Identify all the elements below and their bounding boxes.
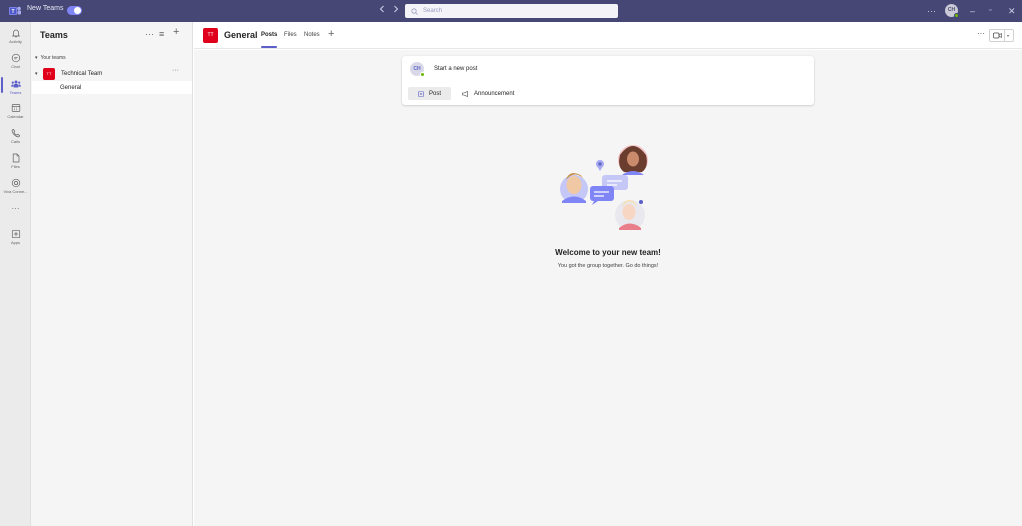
- post-label: Post: [428, 90, 441, 97]
- your-teams-header[interactable]: ▾ Your teams: [35, 55, 66, 61]
- tab-notes[interactable]: Notes: [304, 32, 320, 38]
- header-more-button[interactable]: ···: [977, 29, 985, 38]
- team-badge: TT: [203, 28, 218, 43]
- team-item-technical-team[interactable]: ▾ TT Technical Team ···: [35, 67, 185, 80]
- chevron-right-icon: [394, 5, 399, 13]
- chat-icon: [11, 53, 20, 63]
- search-placeholder: Search: [423, 8, 443, 14]
- more-icon: ···: [11, 204, 20, 213]
- viva-connections-icon: [11, 178, 20, 188]
- announcement-button[interactable]: Announcement: [462, 87, 514, 100]
- channel-header: TT General Posts Files Notes + ··· ▾: [194, 22, 1022, 49]
- rail-label: Chat: [11, 64, 20, 69]
- teams-icon: [10, 80, 21, 88]
- welcome-subtitle: You got the group together. Go do things…: [557, 263, 659, 269]
- team-badge: TT: [43, 67, 55, 80]
- forward-button[interactable]: [389, 3, 403, 19]
- rail-label: Apps: [10, 240, 21, 245]
- search-input[interactable]: Search: [405, 4, 618, 18]
- rail-item-teams[interactable]: Teams: [0, 77, 31, 99]
- tab-files[interactable]: Files: [284, 32, 297, 38]
- new-post-composer: CH Start a new post Post Announcement: [402, 56, 814, 105]
- rail-label: Activity: [9, 39, 22, 44]
- teams-panel: Teams ··· ≡ + ▾ Your teams ▾ TT Technica…: [31, 22, 193, 526]
- avatar-initials: CH: [947, 7, 956, 13]
- calendar-icon: [11, 104, 20, 112]
- composer-avatar: CH: [410, 62, 425, 77]
- back-button[interactable]: [375, 3, 389, 19]
- rail-label: Viva Conne...: [3, 189, 28, 194]
- presence-available-icon: [954, 13, 959, 18]
- megaphone-icon: [462, 90, 468, 97]
- compose-icon: [418, 90, 424, 97]
- teams-logo-icon: T: [9, 6, 21, 15]
- svg-text:T: T: [11, 9, 14, 15]
- new-teams-toggle[interactable]: [67, 6, 82, 15]
- start-new-post-input[interactable]: Start a new post: [434, 66, 477, 72]
- title-bar: T New Teams Search ··· CH – ▫ ✕: [0, 0, 1022, 22]
- panel-title: Teams: [40, 30, 68, 40]
- presence-available-icon: [420, 72, 425, 77]
- create-team-button[interactable]: +: [173, 26, 179, 38]
- chevron-down-icon: ▾: [1007, 33, 1010, 38]
- caret-down-icon: ▾: [35, 55, 38, 61]
- minimize-button[interactable]: –: [970, 3, 975, 19]
- your-teams-label: Your teams: [40, 55, 66, 61]
- channel-title: General: [224, 30, 258, 40]
- caret-down-icon: ▾: [35, 70, 38, 77]
- app-title: New Teams: [27, 5, 64, 12]
- close-button[interactable]: ✕: [1008, 3, 1016, 19]
- chevron-left-icon: [379, 5, 384, 13]
- file-icon: [12, 153, 19, 163]
- rail-item-files[interactable]: Files: [0, 151, 31, 173]
- rail-item-activity[interactable]: Activity: [0, 26, 31, 48]
- panel-more-button[interactable]: ···: [145, 29, 154, 39]
- channel-item-general[interactable]: General: [32, 81, 192, 94]
- rail-item-calls[interactable]: Calls: [0, 126, 31, 148]
- posts-content: CH Start a new post Post Announcement We…: [194, 50, 1022, 526]
- channel-name: General: [60, 84, 82, 91]
- welcome-team-illustration: [560, 145, 648, 230]
- rail-label: Calendar: [7, 114, 24, 119]
- avatar-initials: CH: [413, 66, 421, 72]
- bell-icon: [11, 29, 20, 38]
- announcement-label: Announcement: [474, 90, 515, 97]
- search-icon: [411, 7, 418, 15]
- app-rail: Activity Chat Teams Calendar Calls Files…: [0, 22, 31, 526]
- rail-item-viva-connections[interactable]: Viva Conne...: [0, 176, 31, 198]
- divider: [1004, 30, 1005, 41]
- rail-label: Teams: [9, 90, 22, 95]
- team-name: Technical Team: [61, 70, 103, 77]
- settings-more-button[interactable]: ···: [927, 3, 936, 19]
- rail-item-apps[interactable]: Apps: [0, 227, 31, 249]
- rail-item-chat[interactable]: Chat: [0, 51, 31, 73]
- toggle-knob: [74, 7, 81, 14]
- welcome-title: Welcome to your new team!: [555, 248, 661, 257]
- tab-posts[interactable]: Posts: [261, 32, 277, 38]
- add-tab-button[interactable]: +: [328, 28, 334, 40]
- profile-avatar[interactable]: CH: [945, 4, 959, 18]
- team-more-button[interactable]: ···: [172, 67, 179, 74]
- meet-now-button[interactable]: ▾: [989, 29, 1014, 42]
- maximize-button[interactable]: ▫: [989, 3, 991, 19]
- apps-icon: [11, 229, 20, 239]
- filter-button[interactable]: ≡: [159, 29, 164, 39]
- post-button[interactable]: Post: [408, 87, 451, 100]
- active-tab-indicator: [261, 46, 277, 48]
- rail-label: Calls: [11, 139, 20, 144]
- video-camera-icon: [993, 32, 1002, 39]
- rail-item-more[interactable]: ···: [0, 204, 31, 226]
- phone-icon: [11, 128, 20, 138]
- rail-item-calendar[interactable]: Calendar: [0, 101, 31, 123]
- rail-label: Files: [11, 164, 20, 169]
